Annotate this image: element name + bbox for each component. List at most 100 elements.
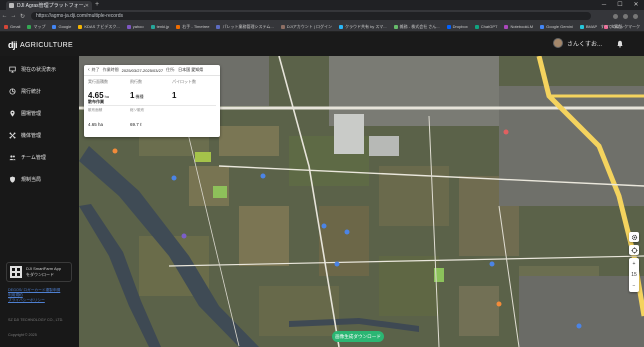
extension-icon[interactable]	[613, 13, 618, 19]
bookmark-item[interactable]: クラウド共有 by スマ...	[338, 23, 387, 30]
sidebar-item-flight-stats[interactable]: 飛行統計	[0, 84, 79, 98]
bookmark-item[interactable]: マップ	[27, 24, 45, 30]
location-value[interactable]: 日本国 愛知県	[178, 67, 203, 73]
bookmark-favicon-icon	[579, 24, 584, 29]
bell-icon[interactable]	[616, 40, 624, 48]
detail-label: 総ソ散布	[130, 108, 145, 112]
bookmark-item[interactable]: DJIアカウント | ログイン	[280, 24, 332, 30]
address-bar-row: ← → ↻ https://agms-ja.dji.com/multiple-r…	[0, 10, 644, 22]
detail-value: 4.65 ha	[88, 122, 104, 127]
date-value[interactable]: 2025/03/27-2025/03/27	[122, 68, 163, 73]
back-label[interactable]: 終了	[92, 67, 100, 73]
bookmark-item[interactable]: 右手 - Timetree	[176, 24, 209, 30]
sidebar-item-label: 機体管理	[21, 132, 42, 139]
reload-icon[interactable]: ↻	[18, 13, 27, 20]
sidebar-item-label: 規制当局	[21, 176, 42, 183]
tab-favicon-icon	[9, 3, 14, 8]
bookmark-label: 右手 - Timetree	[182, 23, 210, 29]
generate-button-label: 画像生成ダウンロード	[335, 333, 381, 339]
copyright: Copyright © 2025	[8, 333, 37, 337]
sidebar-item-team[interactable]: チーム管理	[0, 150, 79, 164]
location-pin-icon	[10, 110, 15, 117]
locate-button[interactable]	[629, 245, 639, 255]
bookmark-label: マップ	[33, 23, 46, 29]
bookmark-item[interactable]: Google	[52, 24, 71, 29]
bookmark-item[interactable]: Google Gemini	[540, 24, 573, 29]
back-chevron-icon[interactable]: ‹	[88, 67, 90, 73]
bookmark-favicon-icon	[78, 24, 83, 29]
url-field[interactable]: https://agms-ja.dji.com/multiple-records	[31, 12, 591, 20]
window-controls: ─ ☐ ✕	[596, 0, 644, 10]
bookmark-label: KDAS ナビデスク...	[84, 23, 120, 29]
stat-value: 1	[172, 91, 177, 100]
bookmark-item[interactable]: NotebookLM	[504, 24, 533, 29]
footer-link-privacy[interactable]: プライバシーポリシー	[8, 298, 60, 303]
new-tab-icon[interactable]: +	[95, 1, 99, 9]
bookmark-item[interactable]: tenki.jp	[150, 24, 169, 29]
zoom-out-icon[interactable]: −	[633, 283, 636, 289]
bookmark-favicon-icon	[474, 24, 479, 29]
bookmark-label: Google	[58, 24, 72, 29]
app-header: dji AGRICULTURE さんくすお...	[0, 32, 644, 56]
stat-flights: 飛行数 1機種	[130, 79, 143, 103]
bookmark-favicon-icon	[150, 24, 155, 29]
bookmark-item[interactable]: KDAS ナビデスク...	[78, 23, 120, 30]
bookmark-item[interactable]: パレット業務管理システム...	[216, 23, 274, 30]
user-menu[interactable]: さんくすお...	[553, 38, 602, 48]
bookmark-label: パレット業務管理システム...	[222, 23, 274, 29]
chart-icon	[9, 87, 16, 95]
bookmark-label: クラウド共有 by スマ...	[344, 23, 387, 29]
zoom-control: + 15 −	[629, 258, 639, 292]
map-settings-button[interactable]	[629, 232, 639, 242]
bookmark-favicon-icon	[52, 24, 57, 29]
smartfarm-app-promo[interactable]: DJI SmartFarm App をダウンロード	[6, 262, 72, 282]
bookmark-favicon-icon	[446, 24, 451, 29]
stat-label: 飛行数	[130, 79, 142, 84]
bookmark-item[interactable]: yahoo	[126, 24, 144, 29]
forward-icon[interactable]: →	[9, 13, 18, 19]
sidebar-item-label: 飛行統計	[21, 88, 42, 95]
sidebar-item-regulator[interactable]: 規制当局	[0, 172, 79, 186]
stat-value: 1	[130, 91, 135, 100]
zoom-in-icon[interactable]: +	[633, 261, 636, 267]
browser-tabbar: DJI Agras管理プラットフォーム ✕ + ─ ☐ ✕	[0, 0, 644, 10]
bookmark-label: Google Gemini	[546, 24, 573, 29]
sidebar-item-status[interactable]: 現在の状況表示	[0, 62, 79, 76]
all-bookmarks-button[interactable]: すべてのブックマーク	[600, 22, 640, 31]
location-label: 住所:	[166, 67, 176, 72]
bookmark-item[interactable]: BMAP	[579, 24, 597, 29]
sidebar-item-label: チーム管理	[21, 154, 46, 161]
records-info-panel: ‹ 終了 作業時間 2025/03/27-2025/03/27 住所: 日本国 …	[84, 65, 220, 137]
detail-spray-volume: 総ソ散布 69.7 ℓ	[130, 108, 144, 131]
bookmark-item[interactable]: 雑務 - 株式会社 さん...	[393, 23, 440, 30]
generate-image-download-button[interactable]: 画像生成ダウンロード	[332, 331, 384, 342]
minimize-icon[interactable]: ─	[596, 0, 612, 10]
stat-pilots: パイロット数 1	[172, 79, 196, 103]
bookmark-label: Gmail	[10, 24, 21, 29]
bookmarks-bar: Gmail マップ Google KDAS ナビデスク... yahoo tenki.jp…	[0, 22, 644, 32]
drone-icon	[9, 131, 16, 139]
detail-label: 散布面積	[88, 108, 103, 112]
footer-link-text: プライバシーポリシー	[8, 298, 45, 302]
profile-icon[interactable]	[623, 13, 628, 19]
browser-tab[interactable]: DJI Agras管理プラットフォーム ✕	[6, 1, 92, 10]
bookmark-item[interactable]: Dropbox	[446, 24, 468, 29]
bookmark-item[interactable]: ChatGPT	[474, 24, 497, 29]
tab-close-icon[interactable]: ✕	[85, 3, 89, 9]
sidebar-item-fields[interactable]: 圃場管理	[0, 106, 79, 120]
maximize-icon[interactable]: ☐	[612, 0, 628, 10]
dji-logo[interactable]: dji AGRICULTURE	[8, 40, 73, 50]
sidebar-item-aircraft[interactable]: 機体管理	[0, 128, 79, 142]
map-controls: + 15 −	[629, 232, 639, 292]
menu-icon[interactable]	[633, 13, 638, 19]
back-icon[interactable]: ←	[0, 13, 9, 19]
stat-label: パイロット数	[172, 79, 196, 84]
panel-header: ‹ 終了 作業時間 2025/03/27-2025/03/27 住所: 日本国 …	[84, 65, 220, 76]
team-icon	[9, 154, 16, 160]
bookmark-item[interactable]: Gmail	[4, 24, 20, 29]
shield-icon	[9, 176, 16, 183]
monitor-icon	[9, 66, 16, 73]
close-window-icon[interactable]: ✕	[628, 0, 644, 10]
browser-toolbar-icons	[591, 13, 644, 19]
bookmark-label: 雑務 - 株式会社 さん...	[399, 23, 440, 29]
